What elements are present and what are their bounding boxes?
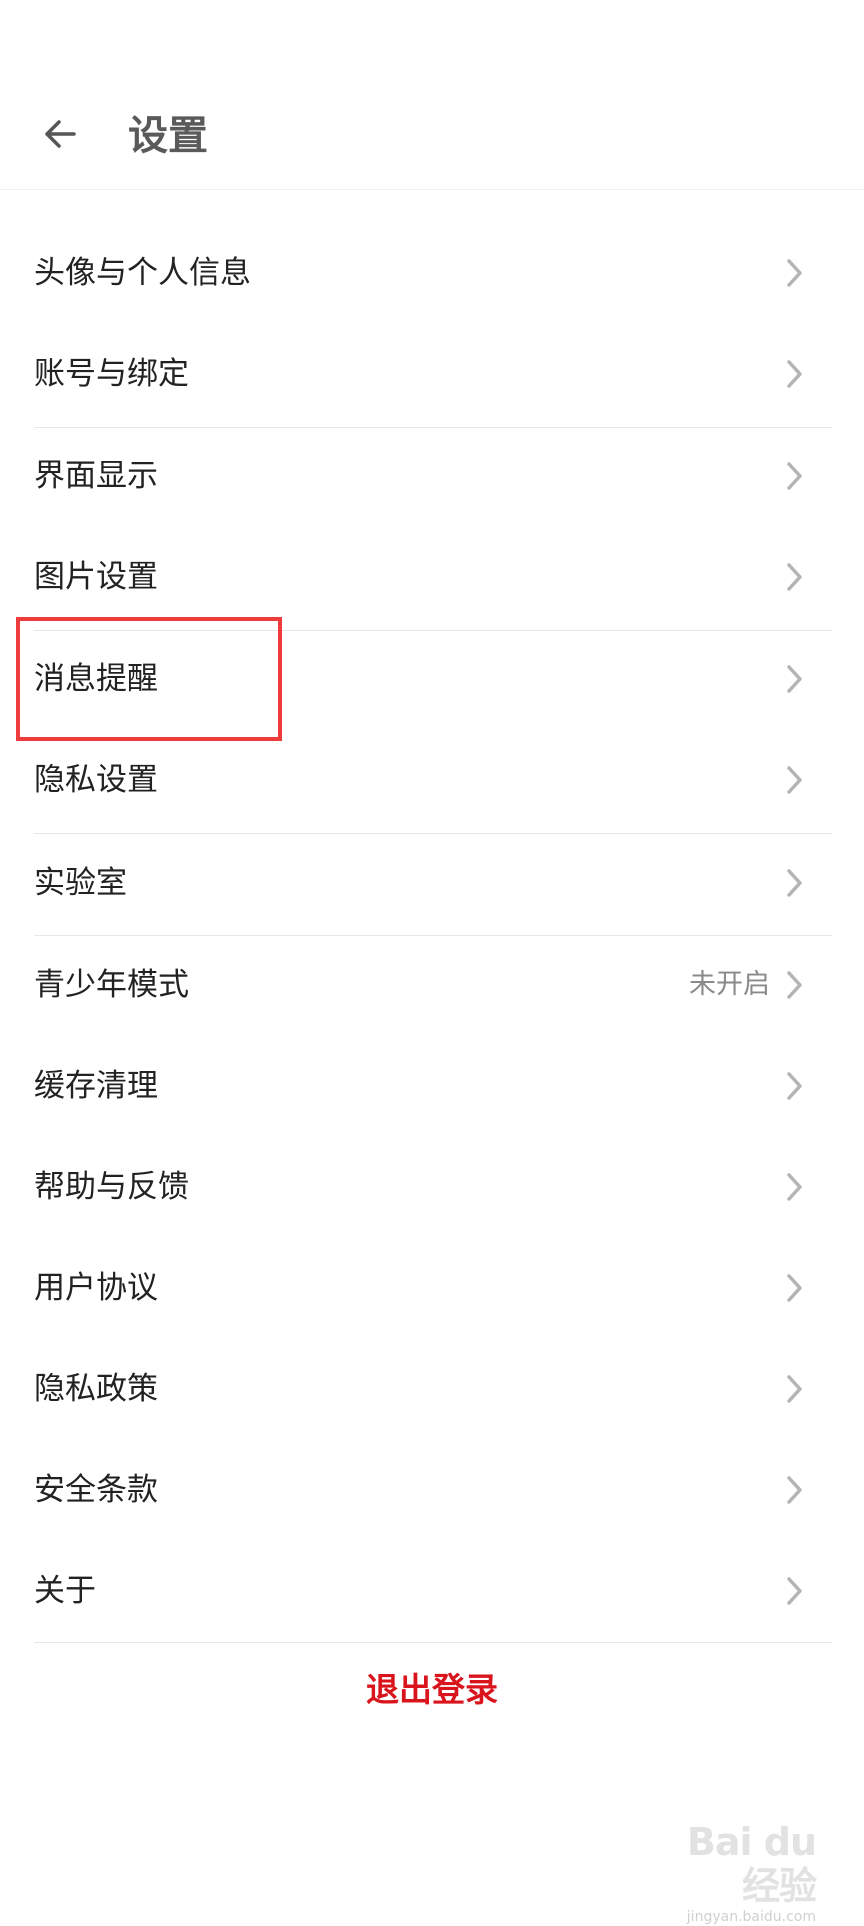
- settings-item-label: 头像与个人信息: [34, 255, 251, 291]
- chevron-right-icon: [787, 259, 802, 287]
- settings-item-label: 图片设置: [34, 559, 158, 595]
- chevron-right-icon: [787, 1375, 802, 1403]
- watermark-url: jingyan.baidu.com: [686, 1909, 816, 1925]
- settings-item-avatar-profile[interactable]: 头像与个人信息: [0, 223, 864, 323]
- settings-item-label: 安全条款: [34, 1472, 158, 1508]
- divider: [34, 1642, 832, 1643]
- settings-item-lab[interactable]: 实验室: [0, 833, 864, 933]
- settings-item-label: 缓存清理: [34, 1068, 158, 1104]
- settings-item-label: 隐私设置: [34, 762, 158, 798]
- highlight-annotation-box: [16, 617, 282, 741]
- settings-item-about[interactable]: 关于: [0, 1541, 864, 1641]
- settings-item-image-settings[interactable]: 图片设置: [0, 527, 864, 627]
- settings-item-display[interactable]: 界面显示: [0, 426, 864, 526]
- settings-item-clear-cache[interactable]: 缓存清理: [0, 1036, 864, 1136]
- baidu-jingyan-watermark: Bai du 经验 jingyan.baidu.com: [666, 1820, 817, 1925]
- chevron-right-icon: [787, 1274, 802, 1302]
- settings-item-privacy-policy[interactable]: 隐私政策: [0, 1339, 864, 1439]
- settings-item-account-binding[interactable]: 账号与绑定: [0, 324, 864, 424]
- settings-item-label: 关于: [34, 1573, 96, 1609]
- settings-item-privacy-settings[interactable]: 隐私设置: [0, 730, 864, 830]
- settings-list: 头像与个人信息 账号与绑定 界面显示 图片设置 消息提醒 隐私设置 实验室 青少…: [0, 0, 864, 1920]
- chevron-right-icon: [787, 563, 802, 591]
- settings-item-security-terms[interactable]: 安全条款: [0, 1440, 864, 1540]
- teen-mode-status: 未开启: [689, 969, 770, 1000]
- settings-item-label: 界面显示: [34, 458, 158, 494]
- settings-item-label: 实验室: [34, 865, 127, 901]
- settings-item-label: 青少年模式: [34, 967, 189, 1003]
- chevron-right-icon: [787, 1577, 802, 1605]
- chevron-right-icon: [787, 360, 802, 388]
- chevron-right-icon: [787, 1476, 802, 1504]
- settings-item-label: 用户协议: [34, 1270, 158, 1306]
- settings-item-user-agreement[interactable]: 用户协议: [0, 1238, 864, 1338]
- settings-item-label: 隐私政策: [34, 1371, 158, 1407]
- chevron-right-icon: [787, 1173, 802, 1201]
- chevron-right-icon: [787, 665, 802, 693]
- chevron-right-icon: [787, 869, 802, 897]
- settings-item-teen-mode[interactable]: 青少年模式 未开启: [0, 935, 864, 1035]
- chevron-right-icon: [787, 766, 802, 794]
- watermark-logo-text: Bai du 经验: [686, 1820, 817, 1908]
- logout-button[interactable]: 退出登录: [0, 1665, 864, 1715]
- settings-item-help-feedback[interactable]: 帮助与反馈: [0, 1137, 864, 1237]
- chevron-right-icon: [787, 1072, 802, 1100]
- chevron-right-icon: [787, 462, 802, 490]
- settings-item-label: 帮助与反馈: [34, 1169, 189, 1205]
- settings-item-label: 账号与绑定: [34, 356, 189, 392]
- chevron-right-icon: [787, 971, 802, 999]
